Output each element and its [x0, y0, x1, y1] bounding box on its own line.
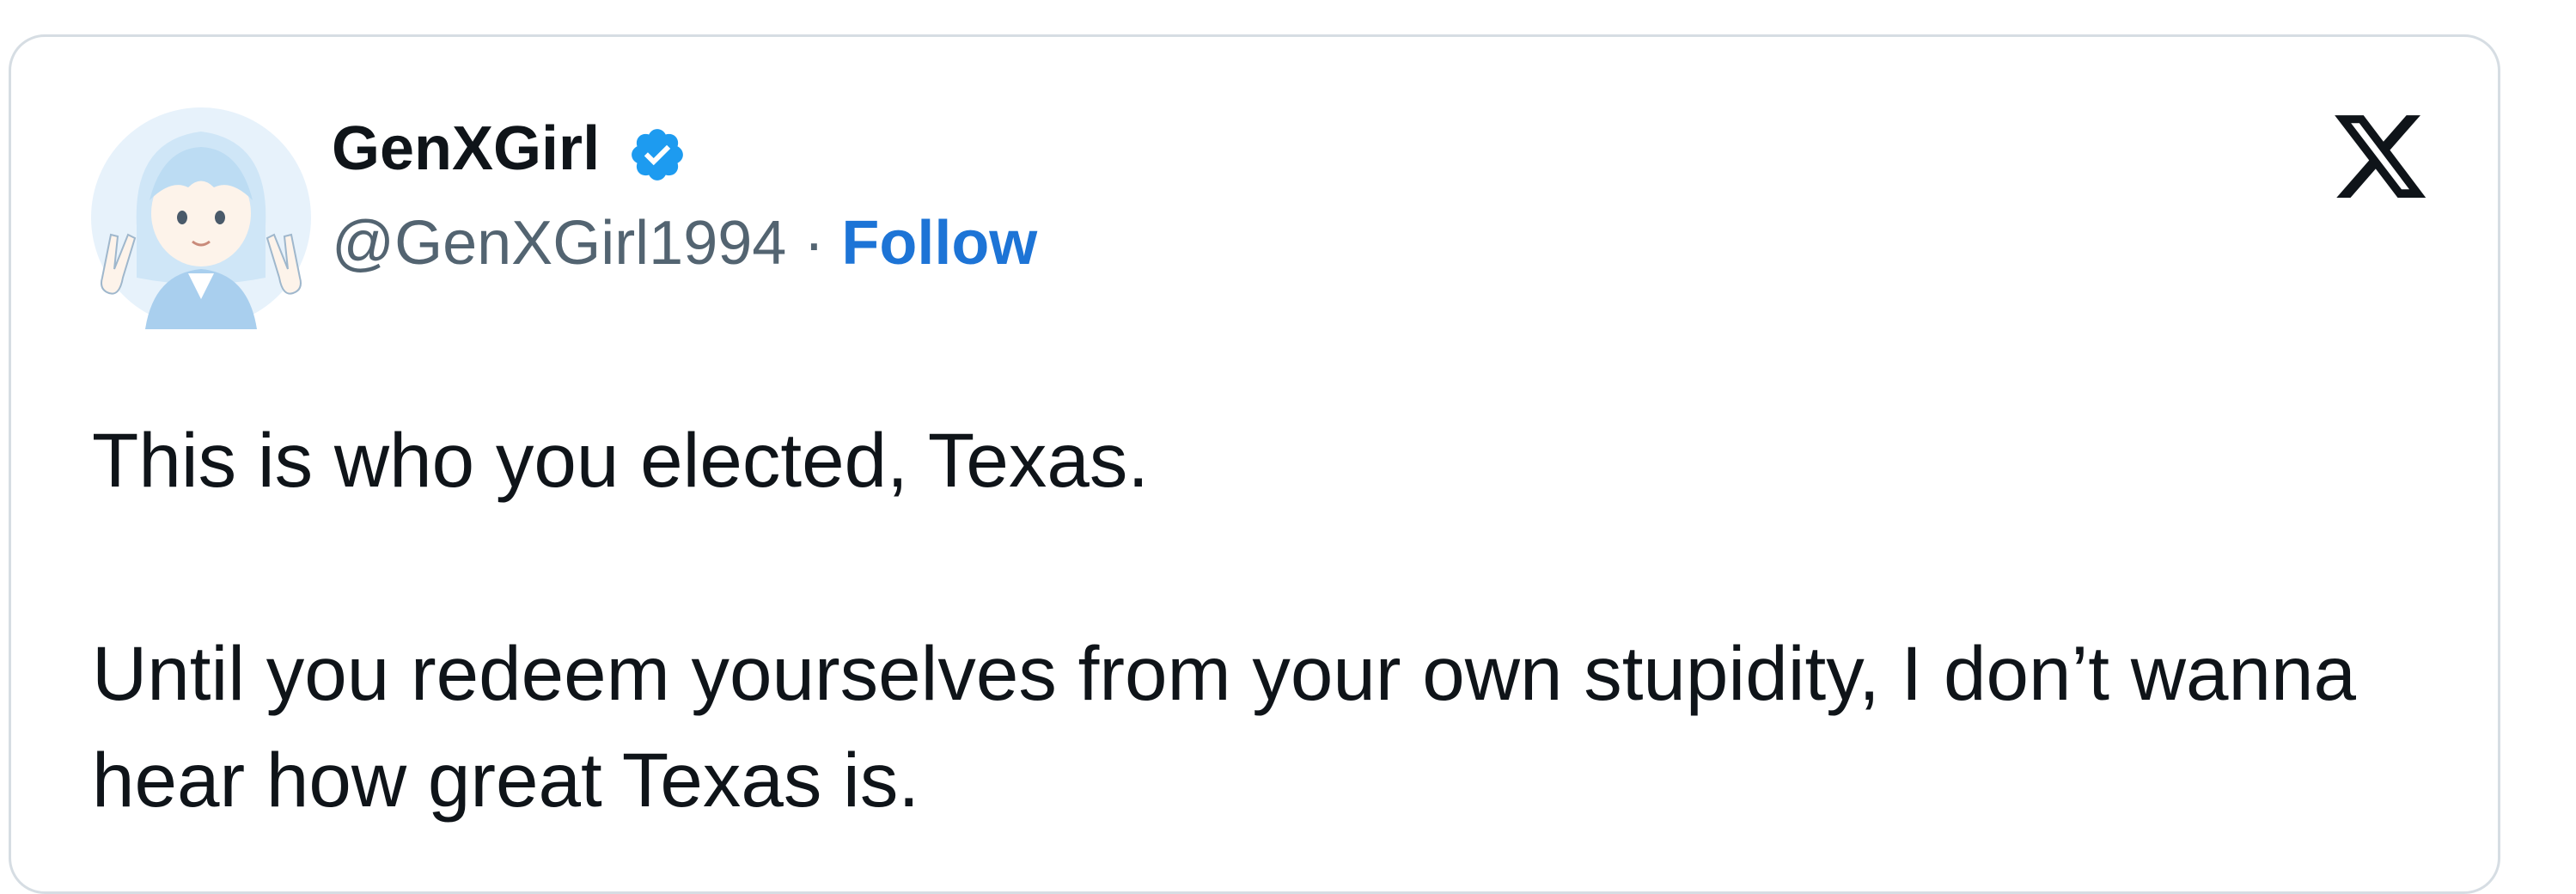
- handle-row: @GenXGirl1994 · Follow: [332, 212, 1037, 274]
- x-logo-icon[interactable]: [2329, 106, 2431, 207]
- tweet-card[interactable]: GenXGirl @GenXGirl1994 · Follow This is …: [9, 34, 2500, 894]
- tweet-text: This is who you elected, Texas. Until yo…: [92, 407, 2412, 833]
- avatar[interactable]: [85, 106, 317, 329]
- verified-badge-icon: [627, 125, 687, 185]
- separator: ·: [803, 209, 842, 278]
- tweet-text-paragraph: This is who you elected, Texas.: [92, 417, 1150, 503]
- display-name[interactable]: GenXGirl: [332, 118, 600, 180]
- handle[interactable]: @GenXGirl1994: [332, 209, 786, 278]
- follow-button[interactable]: Follow: [841, 209, 1037, 278]
- tweet-text-paragraph: Until you redeem yourselves from your ow…: [92, 630, 2356, 823]
